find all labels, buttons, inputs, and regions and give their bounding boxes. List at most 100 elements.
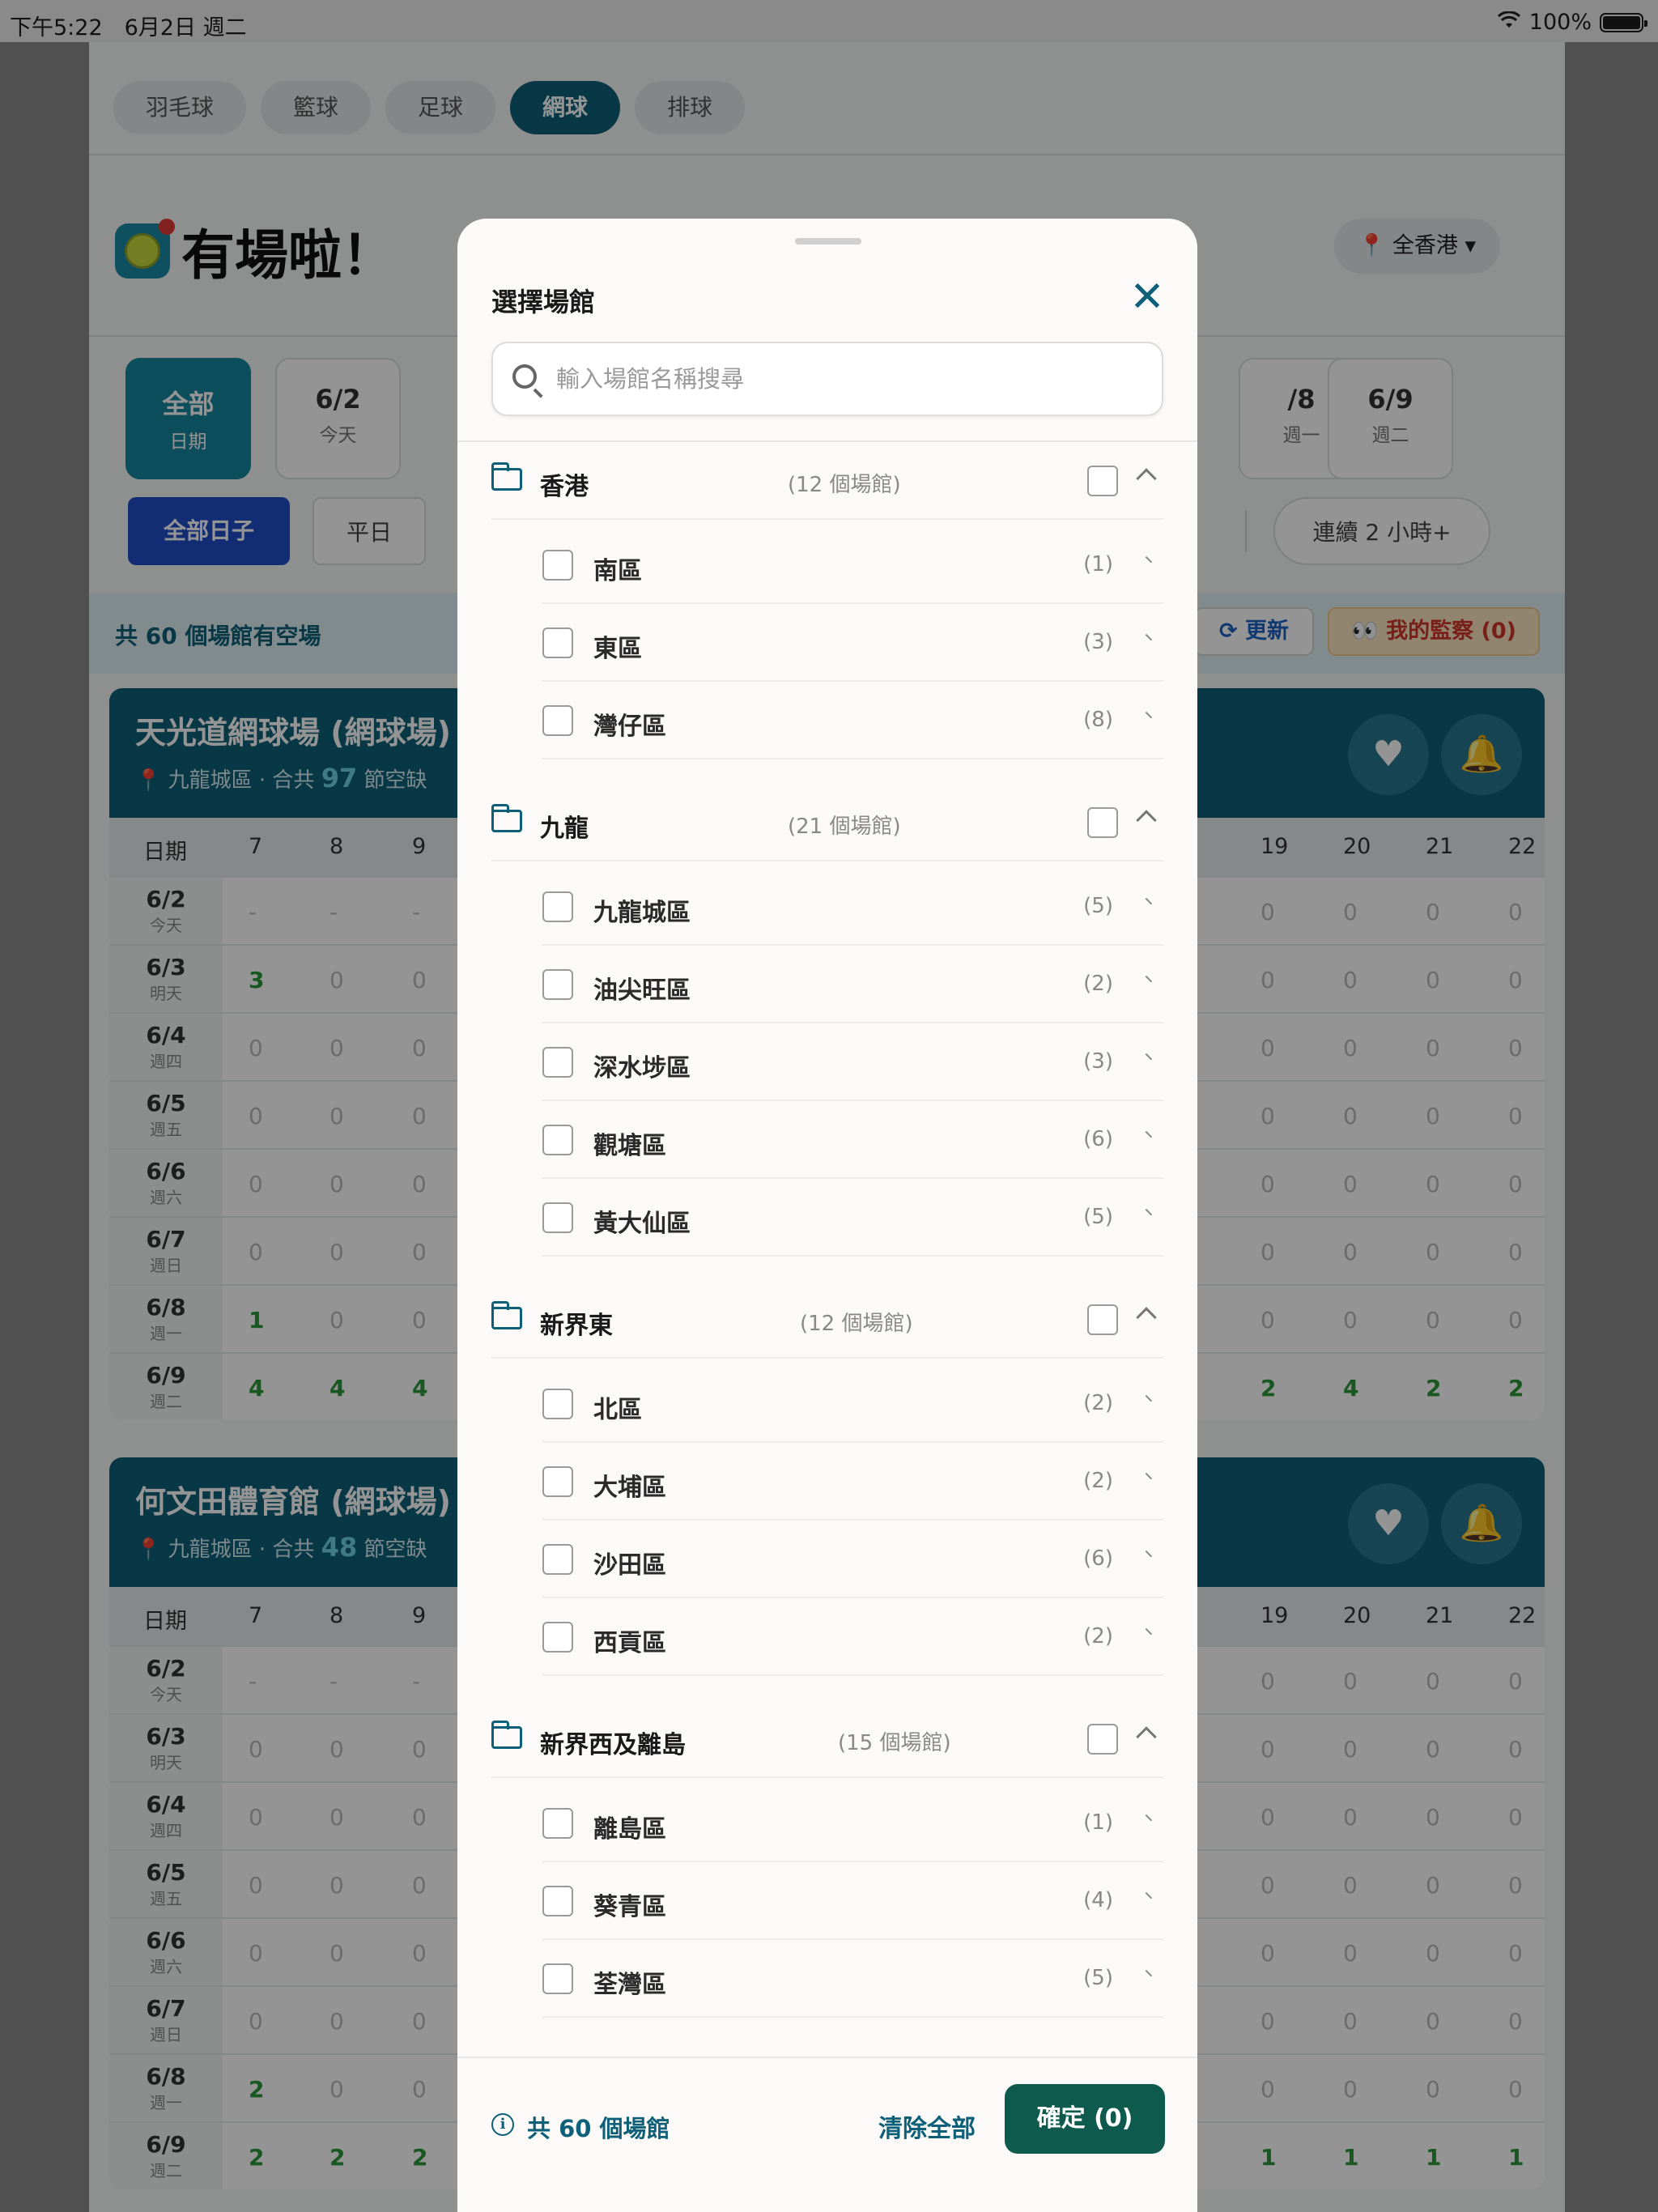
region-checkbox[interactable] — [1087, 807, 1118, 838]
chevron-right-icon[interactable] — [1145, 1624, 1156, 1636]
district-checkbox[interactable] — [542, 627, 573, 658]
status-time: 下午5:22 6月2日 週二 — [10, 15, 247, 40]
chevron-up-icon[interactable] — [1136, 468, 1157, 489]
chevron-right-icon[interactable] — [1145, 1049, 1156, 1061]
region-checkbox[interactable] — [1087, 1304, 1118, 1335]
district-venue-count: (3) — [1083, 1049, 1113, 1074]
divider — [491, 1776, 1163, 1778]
region-venue-count: (15 個場館) — [838, 1731, 951, 1755]
district-item[interactable]: 油尖旺區 (2) — [457, 946, 1197, 1023]
chevron-up-icon[interactable] — [1136, 810, 1157, 831]
chevron-right-icon[interactable] — [1145, 1469, 1156, 1480]
district-venue-count: (6) — [1083, 1127, 1113, 1151]
chevron-right-icon[interactable] — [1145, 708, 1156, 719]
search-input[interactable] — [556, 343, 1147, 415]
folder-icon — [491, 1301, 522, 1329]
district-venue-count: (2) — [1083, 972, 1113, 996]
chevron-right-icon[interactable] — [1145, 1888, 1156, 1899]
chevron-right-icon[interactable] — [1145, 1205, 1156, 1216]
district-item[interactable]: 九龍城區 (5) — [457, 868, 1197, 946]
divider — [542, 2016, 1163, 2018]
district-checkbox[interactable] — [542, 1125, 573, 1155]
chevron-up-icon[interactable] — [1136, 1307, 1157, 1328]
district-checkbox[interactable] — [542, 1963, 573, 1994]
region-group-header[interactable]: 新界西及離島 (15 個場館) — [457, 1700, 1197, 1778]
chevron-right-icon[interactable] — [1145, 972, 1156, 983]
district-checkbox[interactable] — [542, 550, 573, 581]
district-name: 觀塘區 — [593, 1132, 666, 1160]
district-name: 荃灣區 — [593, 1971, 666, 1999]
district-checkbox[interactable] — [542, 1202, 573, 1233]
chevron-right-icon[interactable] — [1145, 630, 1156, 641]
district-item[interactable]: 沙田區 (6) — [457, 1521, 1197, 1598]
district-item[interactable]: 葵青區 (4) — [457, 1862, 1197, 1940]
chevron-right-icon[interactable] — [1145, 1966, 1156, 1977]
district-name: 大埔區 — [593, 1474, 666, 1502]
region-group-header[interactable]: 九龍 (21 個場館) — [457, 784, 1197, 861]
divider — [542, 1255, 1163, 1257]
close-icon[interactable]: ✕ — [1119, 269, 1175, 325]
district-name: 西貢區 — [593, 1629, 666, 1657]
district-checkbox[interactable] — [542, 1389, 573, 1419]
district-item[interactable]: 北區 (2) — [457, 1365, 1197, 1443]
district-checkbox[interactable] — [542, 1886, 573, 1916]
district-venue-count: (5) — [1083, 1205, 1113, 1229]
status-right: 100% — [1497, 10, 1647, 35]
wifi-icon — [1497, 10, 1521, 35]
district-item[interactable]: 大埔區 (2) — [457, 1443, 1197, 1521]
district-item[interactable]: 東區 (3) — [457, 604, 1197, 682]
district-name: 深水埗區 — [593, 1054, 691, 1083]
region-group-header[interactable]: 香港 (12 個場館) — [457, 442, 1197, 520]
chevron-right-icon[interactable] — [1145, 552, 1156, 564]
district-item[interactable]: 西貢區 (2) — [457, 1598, 1197, 1676]
district-checkbox[interactable] — [542, 891, 573, 922]
region-name: 新界西及離島 — [540, 1731, 686, 1759]
region-venue-count: (21 個場館) — [788, 815, 901, 839]
district-checkbox[interactable] — [542, 1808, 573, 1839]
district-venue-count: (2) — [1083, 1624, 1113, 1648]
folder-icon — [491, 462, 522, 491]
region-checkbox[interactable] — [1087, 466, 1118, 496]
region-name: 新界東 — [540, 1312, 613, 1340]
district-item[interactable]: 黃大仙區 (5) — [457, 1179, 1197, 1257]
district-checkbox[interactable] — [542, 1622, 573, 1653]
region-name: 九龍 — [540, 815, 589, 843]
region-group-header[interactable]: 新界東 (12 個場館) — [457, 1281, 1197, 1359]
district-checkbox[interactable] — [542, 969, 573, 1000]
folder-icon — [491, 804, 522, 832]
battery-icon — [1600, 12, 1647, 32]
chevron-right-icon[interactable] — [1145, 1546, 1156, 1558]
chevron-up-icon[interactable] — [1136, 1726, 1157, 1747]
district-venue-count: (1) — [1083, 1810, 1113, 1835]
district-venue-count: (4) — [1083, 1888, 1113, 1912]
sheet-grabber[interactable] — [795, 238, 861, 245]
district-name: 北區 — [593, 1396, 642, 1424]
district-item[interactable]: 深水埗區 (3) — [457, 1023, 1197, 1101]
confirm-button[interactable]: 確定 (0) — [1005, 2084, 1165, 2154]
district-name: 九龍城區 — [593, 899, 691, 927]
region-checkbox[interactable] — [1087, 1724, 1118, 1755]
district-venue-count: (6) — [1083, 1546, 1113, 1571]
district-item[interactable]: 灣仔區 (8) — [457, 682, 1197, 759]
district-name: 油尖旺區 — [593, 976, 691, 1005]
chevron-right-icon[interactable] — [1145, 1391, 1156, 1402]
district-item[interactable]: 觀塘區 (6) — [457, 1101, 1197, 1179]
district-checkbox[interactable] — [542, 1047, 573, 1078]
chevron-right-icon[interactable] — [1145, 1810, 1156, 1822]
district-checkbox[interactable] — [542, 1466, 573, 1497]
district-item[interactable]: 離島區 (1) — [457, 1784, 1197, 1862]
district-name: 葵青區 — [593, 1893, 666, 1921]
sheet-footer: i 共 60 個場館 清除全部 確定 (0) — [457, 2057, 1197, 2212]
chevron-right-icon[interactable] — [1145, 894, 1156, 905]
district-checkbox[interactable] — [542, 1544, 573, 1575]
district-name: 南區 — [593, 557, 642, 585]
clear-all-button[interactable]: 清除全部 — [878, 2108, 976, 2144]
district-venue-count: (1) — [1083, 552, 1113, 576]
district-item[interactable]: 荃灣區 (5) — [457, 1940, 1197, 2018]
region-venue-count: (12 個場館) — [800, 1312, 913, 1336]
district-checkbox[interactable] — [542, 705, 573, 736]
district-venue-count: (5) — [1083, 1966, 1113, 1990]
district-item[interactable]: 南區 (1) — [457, 526, 1197, 604]
venue-picker-sheet: 選擇場館 ✕ 香港 (12 個場館) 南區 (1) 東區 (3) 灣仔區 (8) 九龍 (21 個… — [457, 219, 1197, 2212]
chevron-right-icon[interactable] — [1145, 1127, 1156, 1138]
